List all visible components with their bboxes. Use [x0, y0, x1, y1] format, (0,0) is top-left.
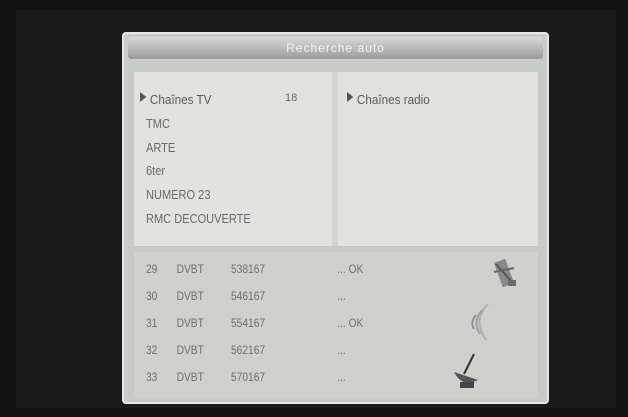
log-type: DVBT: [176, 316, 204, 330]
log-status: ...: [337, 289, 346, 303]
radio-channels-header: Chaînes radio: [347, 91, 430, 107]
log-status: ... OK: [337, 262, 364, 276]
tv-channels-label: Chaînes TV: [149, 92, 212, 107]
log-frequency: 554167: [231, 316, 266, 330]
log-status: ...: [337, 370, 346, 384]
log-status: ... OK: [337, 316, 364, 330]
log-channel-number: 29: [146, 262, 158, 276]
log-frequency: 562167: [231, 343, 266, 357]
channel-item: 6ter: [146, 163, 166, 178]
scan-log-row: 30 DVBT 546167 ...: [146, 289, 384, 307]
log-channel-number: 33: [146, 370, 158, 384]
log-channel-number: 31: [146, 316, 158, 330]
scan-log-row: 31 DVBT 554167 ... OK: [146, 316, 384, 334]
scan-log-row: 33 DVBT 570167 ...: [146, 370, 384, 388]
channel-item: NUMERO 23: [146, 187, 211, 202]
log-type: DVBT: [176, 262, 204, 276]
scan-log-row: 32 DVBT 562167 ...: [146, 343, 384, 361]
log-type: DVBT: [176, 289, 204, 303]
arrow-right-icon: [347, 91, 354, 102]
log-status: ...: [337, 343, 346, 357]
satellite-icon: [492, 258, 520, 297]
log-type: DVBT: [176, 343, 204, 357]
scan-log-row: 29 DVBT 538167 ... OK: [146, 262, 384, 280]
log-frequency: 538167: [231, 262, 266, 276]
log-frequency: 570167: [231, 370, 266, 384]
log-channel-number: 30: [146, 289, 158, 303]
arrow-right-icon: [140, 91, 147, 102]
dialog-title: Recherche auto: [128, 37, 543, 59]
tv-channel-count: 18: [285, 92, 298, 104]
tv-screen: Recherche auto Chaînes TV 18 TMC ARTE 6t…: [0, 0, 628, 417]
antenna-dish-icon: [448, 352, 484, 397]
tv-channels-header: Chaînes TV: [140, 91, 212, 107]
log-channel-number: 32: [146, 343, 158, 357]
signal-waves-icon: [458, 300, 498, 349]
channel-item: ARTE: [146, 140, 176, 155]
channel-item: TMC: [146, 116, 170, 131]
channel-item: RMC DECOUVERTE: [146, 211, 251, 226]
radio-channels-label: Chaînes radio: [356, 92, 430, 107]
log-type: DVBT: [176, 370, 204, 384]
log-frequency: 546167: [231, 289, 266, 303]
